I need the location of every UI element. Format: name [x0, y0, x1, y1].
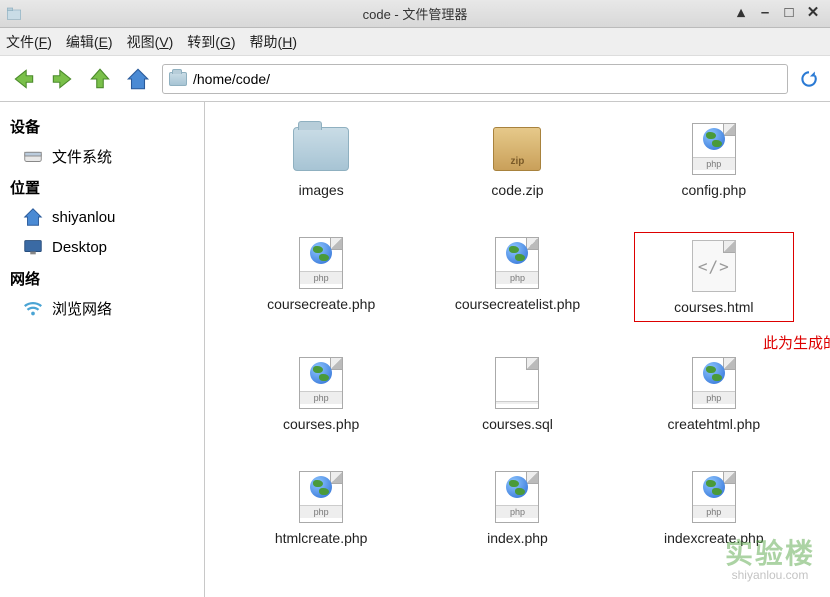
php-file-icon: php: [495, 471, 539, 523]
drive-icon: [22, 145, 44, 167]
php-file-icon: php: [299, 237, 343, 289]
sidebar-item-browse-network[interactable]: 浏览网络: [10, 293, 194, 323]
maximize-button[interactable]: □: [780, 5, 798, 23]
file-label: courses.sql: [482, 416, 553, 432]
file-view: images code.zip php config.php php cours…: [205, 102, 830, 597]
php-file-icon: php: [692, 471, 736, 523]
close-button[interactable]: ✕: [804, 5, 822, 23]
path-bar[interactable]: [162, 64, 788, 94]
menubar: 文件(F) 编辑(E) 视图(V) 转到(G) 帮助(H): [0, 28, 830, 56]
arrow-right-icon: [49, 66, 75, 92]
refresh-button[interactable]: [798, 68, 820, 90]
sidebar-section-network: 网络: [10, 268, 194, 289]
file-label: config.php: [682, 182, 747, 198]
zip-icon: [493, 127, 541, 171]
file-item-php[interactable]: php htmlcreate.php: [241, 466, 401, 550]
sidebar-item-label: Desktop: [52, 239, 107, 256]
file-label: courses.html: [674, 299, 753, 315]
html-file-icon: </>: [692, 240, 736, 292]
file-item-php[interactable]: php courses.php: [241, 352, 401, 436]
menu-go[interactable]: 转到(G): [187, 32, 235, 52]
php-file-icon: php: [299, 471, 343, 523]
file-label: coursecreate.php: [267, 296, 375, 312]
menu-edit[interactable]: 编辑(E): [66, 32, 113, 52]
file-item-php[interactable]: php indexcreate.php: [634, 466, 794, 550]
titlebar: code - 文件管理器 ▴ – □ ✕: [0, 0, 830, 28]
file-item-zip[interactable]: code.zip: [437, 118, 597, 202]
home-button[interactable]: [124, 65, 152, 93]
sidebar-item-desktop[interactable]: Desktop: [10, 232, 194, 262]
up-button[interactable]: [86, 65, 114, 93]
shade-button[interactable]: ▴: [732, 5, 750, 23]
app-icon: [6, 6, 22, 22]
window-title: code - 文件管理器: [363, 4, 468, 23]
file-item-html-highlighted[interactable]: </> courses.html: [634, 232, 794, 322]
file-item-folder[interactable]: images: [241, 118, 401, 202]
path-input[interactable]: [193, 71, 781, 87]
sidebar-item-filesystem[interactable]: 文件系统: [10, 141, 194, 171]
desktop-icon: [22, 236, 44, 258]
sidebar-section-devices: 设备: [10, 116, 194, 137]
file-label: courses.php: [283, 416, 359, 432]
wifi-icon: [22, 297, 44, 319]
folder-icon: [293, 127, 349, 171]
file-label: code.zip: [491, 182, 543, 198]
sidebar-item-label: shiyanlou: [52, 209, 115, 226]
arrow-left-icon: [11, 66, 37, 92]
arrow-up-icon: [87, 66, 113, 92]
home-icon: [125, 66, 151, 92]
menu-file[interactable]: 文件(F): [6, 32, 52, 52]
file-item-php[interactable]: php coursecreatelist.php: [437, 232, 597, 322]
php-file-icon: php: [495, 237, 539, 289]
folder-icon: [169, 72, 187, 86]
php-file-icon: php: [692, 357, 736, 409]
file-item-php[interactable]: php config.php: [634, 118, 794, 202]
menu-help[interactable]: 帮助(H): [250, 32, 297, 52]
file-label: indexcreate.php: [664, 530, 764, 546]
back-button[interactable]: [10, 65, 38, 93]
sidebar-item-home[interactable]: shiyanlou: [10, 202, 194, 232]
file-label: createhtml.php: [668, 416, 761, 432]
file-label: coursecreatelist.php: [455, 296, 580, 312]
sidebar-section-places: 位置: [10, 177, 194, 198]
sidebar-item-label: 文件系统: [52, 146, 112, 167]
minimize-button[interactable]: –: [756, 5, 774, 23]
file-item-php[interactable]: php index.php: [437, 466, 597, 550]
file-item-php[interactable]: php coursecreate.php: [241, 232, 401, 322]
file-item-php[interactable]: php createhtml.php: [634, 352, 794, 436]
forward-button[interactable]: [48, 65, 76, 93]
home-icon: [22, 206, 44, 228]
refresh-icon: [799, 69, 819, 89]
php-file-icon: php: [299, 357, 343, 409]
file-label: images: [299, 182, 344, 198]
sql-file-icon: [495, 357, 539, 409]
annotation-text: 此为生成的静态文件: [763, 332, 830, 353]
php-file-icon: php: [692, 123, 736, 175]
menu-view[interactable]: 视图(V): [127, 32, 174, 52]
toolbar: [0, 56, 830, 102]
sidebar-item-label: 浏览网络: [52, 298, 112, 319]
file-item-sql[interactable]: courses.sql: [437, 352, 597, 436]
file-label: index.php: [487, 530, 548, 546]
sidebar: 设备 文件系统 位置 shiyanlou Desktop 网络 浏览网络: [0, 102, 205, 597]
file-label: htmlcreate.php: [275, 530, 368, 546]
